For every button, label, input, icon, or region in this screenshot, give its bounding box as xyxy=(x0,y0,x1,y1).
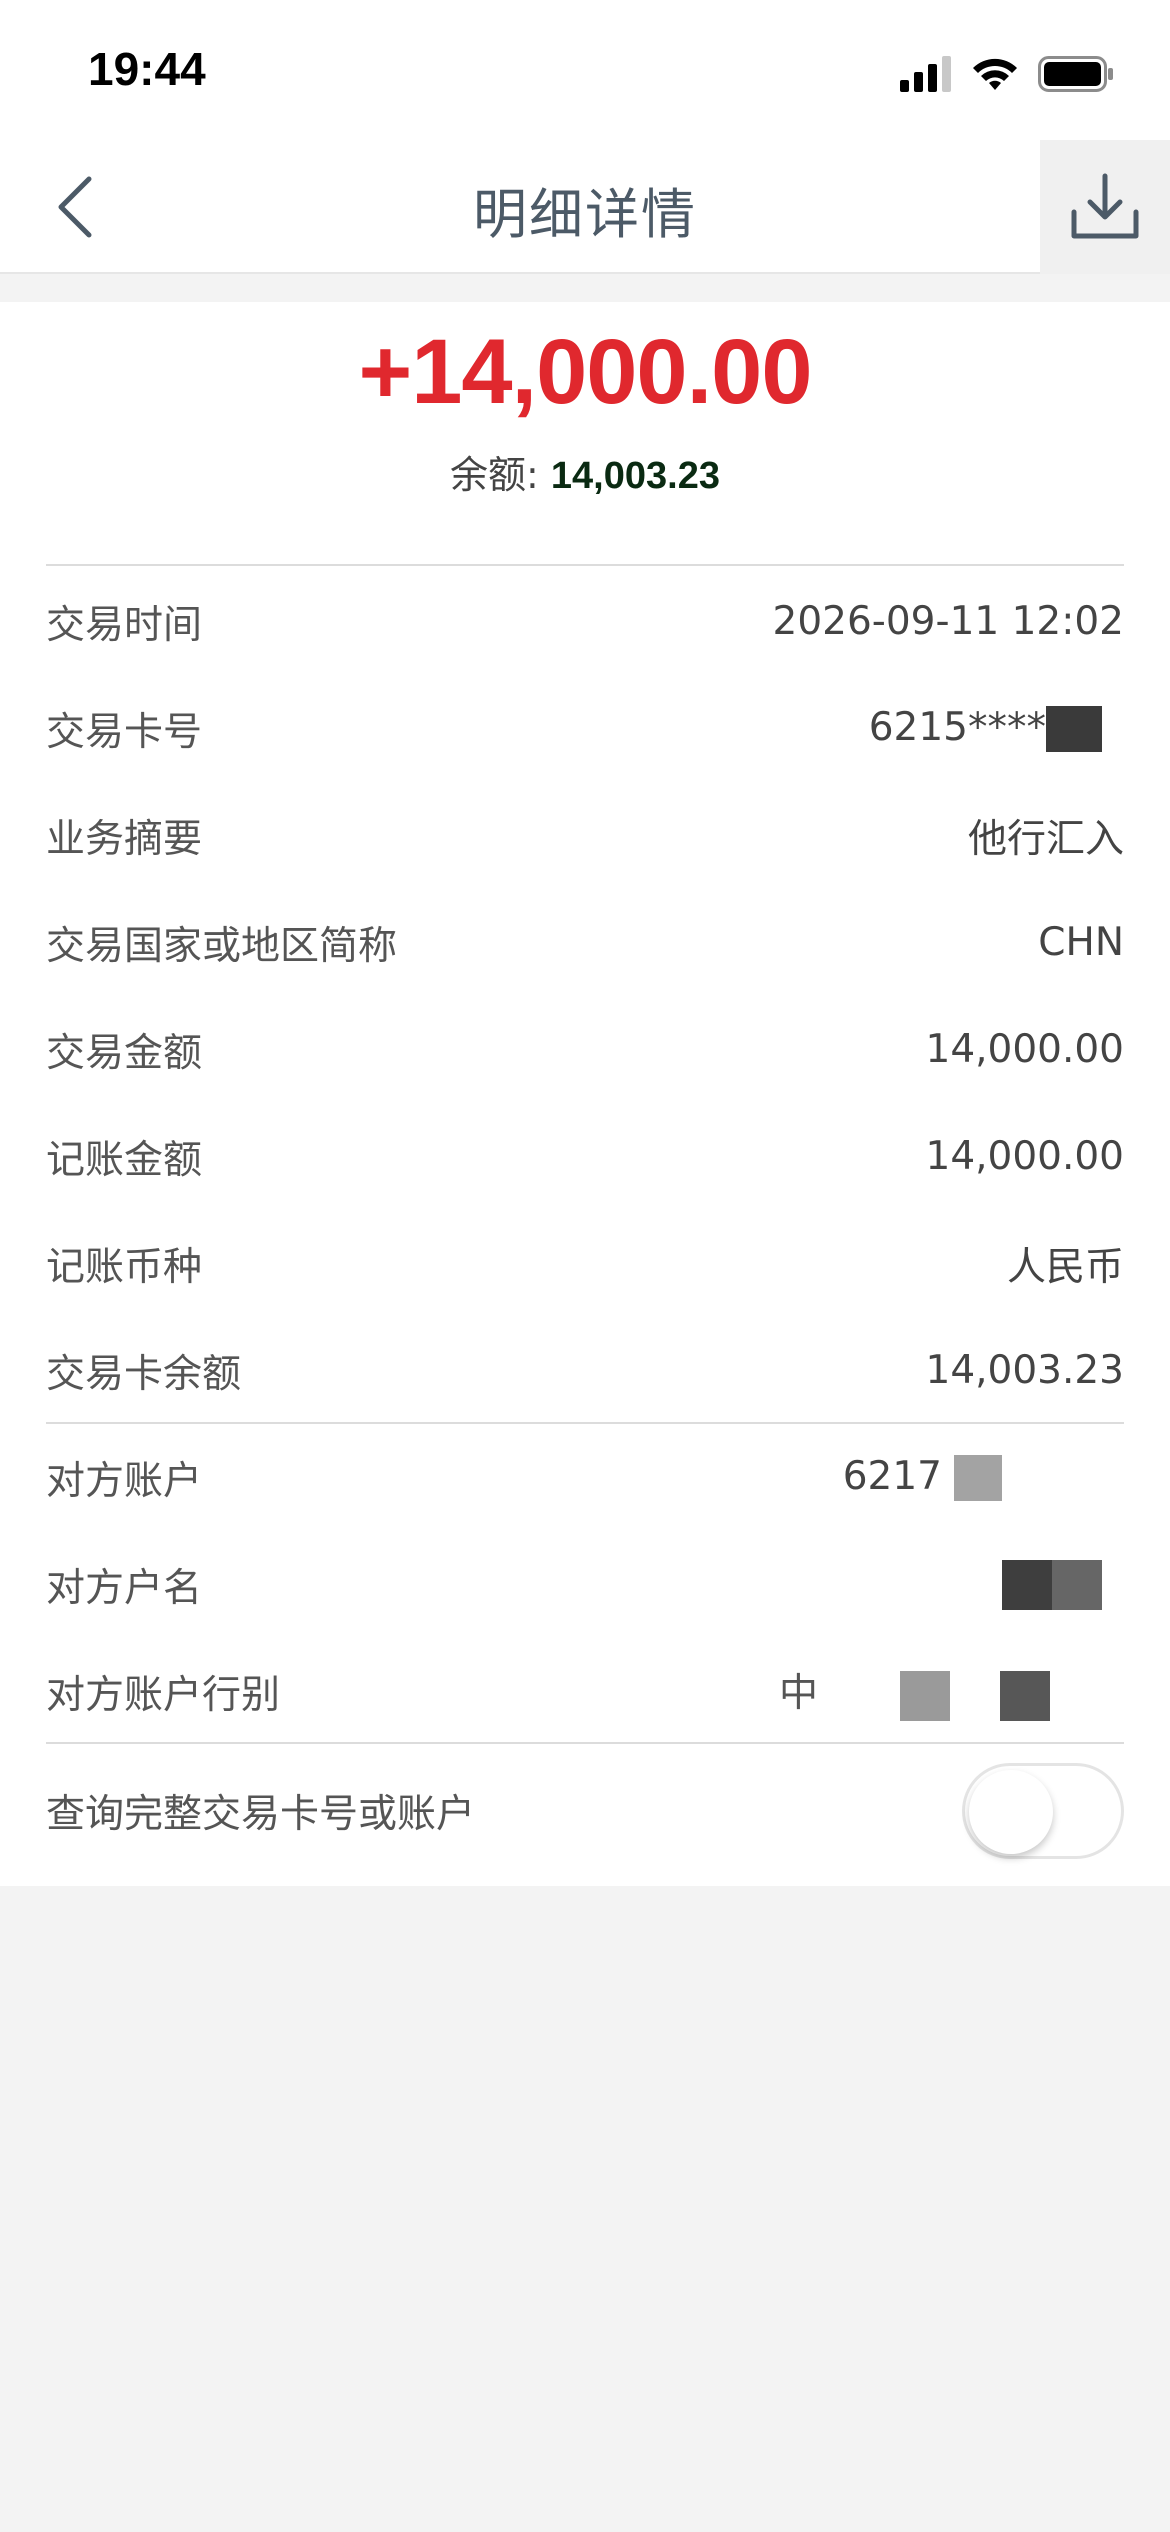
detail-label: 对方账户 xyxy=(46,1458,203,1504)
page-title: 明细详情 xyxy=(473,183,697,246)
detail-row-posted-amount: 记账金额 14,000.00 xyxy=(46,1103,1124,1210)
detail-row-counterparty-account: 对方账户 6217 xyxy=(46,1424,1124,1531)
detail-value: 6217 xyxy=(842,1453,942,1499)
detail-row-counterparty-bank: 对方账户行别 中 xyxy=(46,1638,1124,1745)
detail-row-currency: 记账币种 人民币 xyxy=(46,1210,1124,1317)
detail-value-wrap xyxy=(1002,1559,1124,1610)
detail-value: 2026-09-11 12:02 xyxy=(772,599,1124,644)
redaction-mask xyxy=(1000,1670,1050,1721)
wifi-icon xyxy=(973,58,1017,90)
transaction-amount: +14,000.00 xyxy=(358,321,812,423)
cellular-signal-icon xyxy=(900,56,951,92)
balance-line: 余额: 14,003.23 xyxy=(0,444,1170,499)
detail-label: 业务摘要 xyxy=(46,816,203,862)
detail-label: 记账币种 xyxy=(46,1244,203,1290)
battery-icon xyxy=(1038,56,1113,92)
redaction-mask xyxy=(1002,1559,1052,1610)
detail-value-wrap: 6215**** xyxy=(869,705,1124,753)
detail-value: 人民币 xyxy=(1006,1244,1124,1290)
detail-row-transaction-amount: 交易金额 14,000.00 xyxy=(46,996,1124,1103)
detail-row-country: 交易国家或地区简称 CHN xyxy=(46,889,1124,996)
detail-row-card-balance: 交易卡余额 14,003.23 xyxy=(46,1317,1124,1424)
detail-label: 交易国家或地区简称 xyxy=(46,923,398,969)
detail-label: 交易金额 xyxy=(46,1030,203,1076)
redaction-mask xyxy=(954,1455,1002,1502)
toggle-knob xyxy=(969,1770,1053,1854)
detail-row-card-number: 交易卡号 6215**** xyxy=(46,675,1124,782)
detail-value-wrap: 中 xyxy=(779,1662,1124,1721)
detail-label: 对方账户行别 xyxy=(46,1672,281,1718)
detail-label: 对方户名 xyxy=(46,1565,203,1611)
detail-label: 交易卡号 xyxy=(46,709,203,755)
detail-value: 他行汇入 xyxy=(967,816,1124,862)
redaction-mask xyxy=(1046,706,1102,753)
detail-label: 交易时间 xyxy=(46,602,203,648)
divider xyxy=(46,564,1124,566)
status-time: 19:44 xyxy=(88,43,206,95)
status-icons xyxy=(900,54,1114,94)
toggle-label: 查询完整交易卡号或账户 xyxy=(46,1792,476,1837)
redaction-mask xyxy=(1052,1559,1102,1610)
balance-value: 14,003.23 xyxy=(550,455,720,497)
detail-row-transaction-time: 交易时间 2026-09-11 12:02 xyxy=(46,568,1124,675)
transaction-detail-card: +14,000.00 余额: 14,003.23 交易时间 2026-09-11… xyxy=(0,302,1170,1886)
status-bar: 19:44 xyxy=(0,0,1170,140)
detail-value-wrap: 6217 xyxy=(843,1454,1124,1502)
page: 19:44 明细详情 +14,000.00 余额: 14,003.23 交易时间… xyxy=(0,0,1170,2532)
full-card-number-toggle[interactable] xyxy=(962,1763,1124,1859)
detail-label: 记账金额 xyxy=(46,1137,203,1183)
divider xyxy=(46,1742,1124,1744)
detail-label: 交易卡余额 xyxy=(46,1351,242,1397)
detail-row-counterparty-name: 对方户名 xyxy=(46,1531,1124,1638)
download-icon xyxy=(1071,173,1139,239)
detail-value: CHN xyxy=(1038,920,1124,965)
nav-bar: 明细详情 xyxy=(0,140,1170,274)
detail-value: 14,000.00 xyxy=(925,1134,1125,1179)
detail-value: 中 xyxy=(778,1671,818,1717)
download-button[interactable] xyxy=(1040,140,1170,274)
detail-value: 14,000.00 xyxy=(925,1027,1125,1072)
detail-value: 6215**** xyxy=(868,704,1046,750)
balance-label: 余额: xyxy=(450,453,551,497)
redaction-mask xyxy=(900,1670,950,1721)
detail-row-summary: 业务摘要 他行汇入 xyxy=(46,782,1124,889)
detail-value: 14,003.23 xyxy=(925,1348,1125,1393)
section-gap xyxy=(0,274,1170,302)
